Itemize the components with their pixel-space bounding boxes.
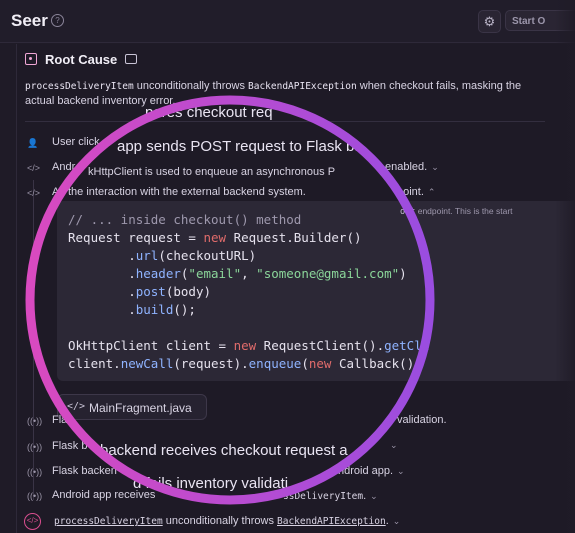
highlight-circle <box>25 95 435 505</box>
